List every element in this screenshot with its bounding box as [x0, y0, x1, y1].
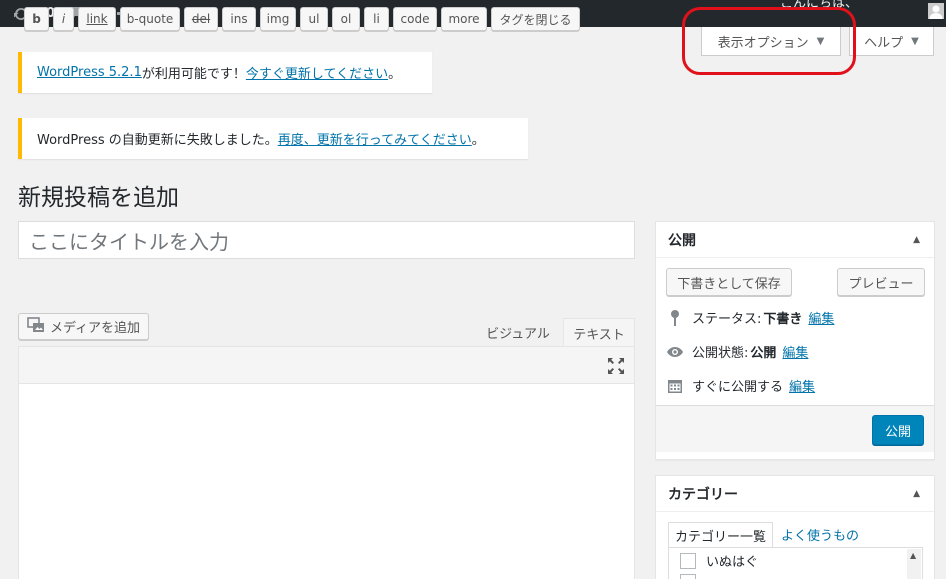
tab-text[interactable]: テキスト	[563, 318, 635, 347]
pin-icon	[666, 309, 684, 327]
status-label: ステータス:	[692, 312, 762, 327]
eye-icon	[666, 346, 684, 358]
quicktag-del-button[interactable]: del	[184, 7, 218, 31]
media-icon	[27, 316, 45, 337]
quicktag-img-button[interactable]: img	[260, 7, 296, 31]
help-button[interactable]: ヘルプ ▼	[849, 27, 934, 56]
visibility-value: 公開	[750, 346, 777, 361]
quicktag-ins-button[interactable]: ins	[222, 7, 256, 31]
quicktag-close-tags-button[interactable]: タグを閉じる	[491, 7, 580, 31]
quicktag-bold-button[interactable]: b	[24, 7, 49, 31]
update-notice-text: が利用可能です！	[141, 67, 246, 82]
tab-visual[interactable]: ビジュアル	[478, 318, 558, 347]
collapse-arrow-icon[interactable]: ▲	[913, 489, 920, 499]
retry-update-link[interactable]: 再度、更新を行ってみてください	[278, 129, 472, 148]
page-title: 新規投稿を追加	[18, 185, 179, 211]
category-box-title: カテゴリー	[668, 486, 738, 503]
quicktags-toolbar	[18, 346, 635, 384]
highlight-annotation	[682, 7, 856, 75]
scroll-up-icon[interactable]: ▲	[910, 551, 916, 560]
preview-button[interactable]: プレビュー	[837, 268, 925, 296]
publish-box-header[interactable]: 公開 ▲	[656, 222, 934, 258]
calendar-icon	[666, 378, 684, 394]
category-checkbox[interactable]	[680, 574, 696, 579]
category-scrollbar[interactable]: ▲	[907, 549, 921, 579]
collapse-arrow-icon[interactable]: ▲	[913, 235, 920, 245]
edit-status-link[interactable]: 編集	[808, 308, 834, 327]
quicktag-italic-button[interactable]: i	[53, 7, 74, 31]
publish-button[interactable]: 公開	[872, 415, 924, 445]
status-value: 下書き	[763, 312, 803, 327]
publish-box-title: 公開	[668, 232, 696, 249]
tab-all-categories[interactable]: カテゴリー一覧	[668, 522, 774, 547]
update-now-link[interactable]: 今すぐ更新してください	[246, 63, 388, 82]
quicktag-ul-button[interactable]: ul	[300, 7, 328, 31]
help-label: ヘルプ	[864, 35, 904, 51]
content-editor-textarea[interactable]	[18, 384, 635, 579]
auto-update-notice-text: WordPress の自動更新に失敗しました。	[37, 133, 278, 148]
quicktag-link-button[interactable]: link	[78, 7, 116, 31]
quicktag-li-button[interactable]: li	[364, 7, 389, 31]
notice-period: 。	[388, 67, 402, 82]
edit-schedule-link[interactable]: 編集	[789, 376, 815, 395]
caret-down-icon: ▼	[911, 35, 919, 47]
save-draft-button[interactable]: 下書きとして保存	[666, 268, 792, 296]
wordpress-version-link[interactable]: WordPress 5.2.1	[37, 65, 142, 80]
quicktag-ol-button[interactable]: ol	[332, 7, 360, 31]
schedule-row: すぐに公開する 編集	[666, 376, 815, 395]
category-box-header[interactable]: カテゴリー ▲	[656, 476, 934, 512]
auto-update-failed-notice: WordPress の自動更新に失敗しました。 再度、更新を行ってみてください …	[18, 118, 528, 159]
category-item[interactable]	[680, 574, 706, 579]
quicktag-code-button[interactable]: code	[393, 7, 437, 31]
quicktag-bquote-button[interactable]: b-quote	[120, 7, 180, 31]
notice-period: 。	[471, 133, 485, 148]
fullscreen-icon[interactable]	[607, 357, 625, 375]
edit-visibility-link[interactable]: 編集	[782, 342, 808, 361]
schedule-label: すぐに公開する	[692, 380, 784, 395]
add-media-label: メディアを追加	[49, 321, 141, 336]
category-checkbox[interactable]	[680, 552, 696, 569]
update-notice: WordPress 5.2.1 が利用可能です！ 今すぐ更新してください 。	[18, 52, 432, 93]
post-title-input[interactable]: ここにタイトルを入力	[18, 221, 635, 259]
visibility-row: 公開状態: 公開 編集	[666, 342, 808, 361]
category-item[interactable]: いぬはぐ	[680, 551, 758, 570]
post-status-row: ステータス: 下書き 編集	[666, 308, 834, 327]
avatar[interactable]	[928, 3, 944, 19]
add-media-button[interactable]: メディアを追加	[18, 313, 149, 340]
category-label: いぬはぐ	[706, 555, 759, 570]
visibility-label: 公開状態:	[692, 346, 749, 361]
quicktag-more-button[interactable]: more	[441, 7, 487, 31]
tab-most-used[interactable]: よく使うもの	[781, 522, 859, 547]
